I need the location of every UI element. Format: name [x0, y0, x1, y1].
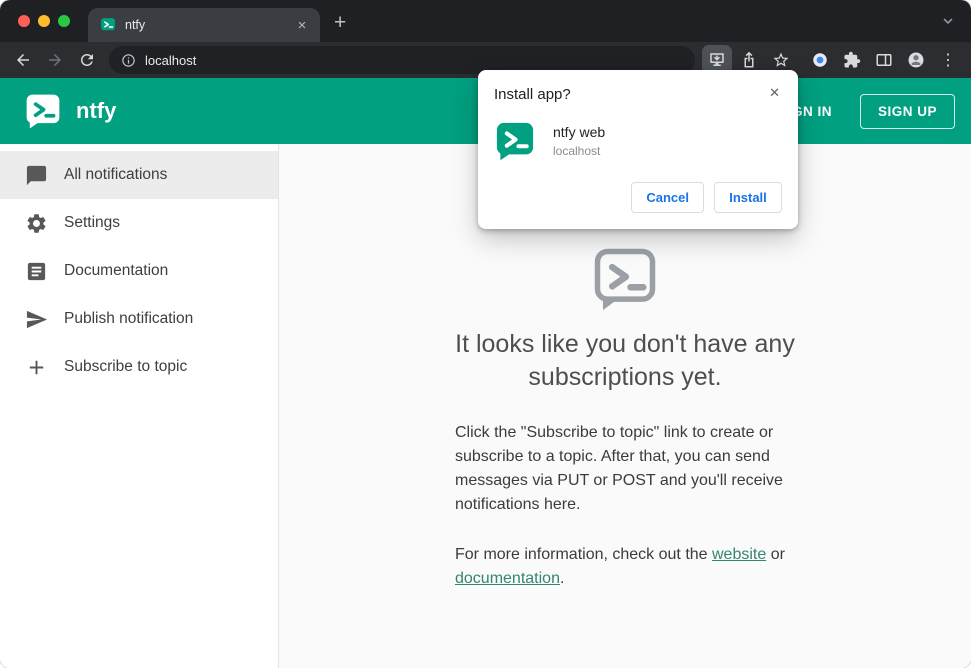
profile-avatar[interactable]	[901, 45, 931, 75]
sidebar-item-label: Settings	[64, 214, 121, 231]
article-icon	[27, 262, 46, 280]
more-info-text: .	[559, 569, 565, 587]
sidebar-item-label: Documentation	[64, 262, 169, 279]
ntfy-app-icon	[496, 122, 534, 161]
empty-state-paragraph: Click the "Subscribe to topic" link to c…	[455, 423, 783, 513]
url-text: localhost	[145, 52, 197, 68]
sidebar-item-publish-notification[interactable]: Publish notification	[0, 295, 278, 343]
close-window-button[interactable]	[18, 15, 30, 27]
tab-search-chevron-icon[interactable]	[939, 12, 957, 30]
popup-app-name: ntfy web	[553, 124, 606, 140]
site-info-icon[interactable]	[121, 53, 136, 68]
tab-strip: ntfy × +	[0, 0, 971, 42]
more-info-text: or	[766, 545, 785, 563]
more-info-text: For more information, check out the	[455, 545, 712, 563]
website-link[interactable]: website	[712, 546, 766, 563]
sidebar-item-label: Subscribe to topic	[64, 358, 188, 375]
popup-app-info: ntfy web localhost	[553, 124, 605, 158]
window-controls	[0, 15, 88, 27]
ntfy-logo-icon	[26, 94, 60, 129]
install-app-popup: Install app? ✕ ntfy web localhost Cancel…	[478, 70, 798, 229]
reload-button[interactable]	[72, 45, 102, 75]
popup-close-icon[interactable]: ✕	[767, 83, 782, 103]
extension-badge-icon[interactable]	[805, 45, 835, 75]
browser-window: ntfy × + localhost ⋮ ntfy SIGN IN SIGN U…	[0, 0, 971, 668]
browser-menu-icon[interactable]: ⋮	[933, 45, 963, 75]
sidebar-item-all-notifications[interactable]: All notifications	[0, 151, 278, 199]
more-info-paragraph: For more information, check out the webs…	[455, 543, 795, 591]
documentation-link[interactable]: documentation	[455, 570, 560, 587]
sign-up-button[interactable]: SIGN UP	[859, 93, 955, 129]
gear-icon	[27, 213, 46, 233]
popup-actions: Cancel Install	[494, 182, 782, 213]
empty-state-heading: It looks like you don't have any subscri…	[455, 330, 795, 392]
cancel-button[interactable]: Cancel	[631, 182, 704, 213]
side-panel-icon[interactable]	[869, 45, 899, 75]
ntfy-favicon-icon	[101, 18, 115, 31]
sidebar-item-subscribe-to-topic[interactable]: Subscribe to topic	[0, 343, 278, 391]
forward-button	[40, 45, 70, 75]
back-button[interactable]	[8, 45, 38, 75]
chat-icon	[26, 165, 47, 185]
send-icon	[26, 310, 48, 328]
browser-tab-ntfy[interactable]: ntfy ×	[88, 8, 320, 42]
zoom-window-button[interactable]	[58, 15, 70, 27]
plus-icon	[29, 360, 44, 374]
sidebar: All notifications Settings Documentation…	[0, 144, 279, 668]
ntfy-empty-state-logo-icon	[594, 248, 656, 311]
install-button[interactable]: Install	[714, 182, 782, 213]
sidebar-item-documentation[interactable]: Documentation	[0, 247, 278, 295]
brand-name: ntfy	[76, 98, 117, 123]
toolbar-right-group: ⋮	[805, 45, 963, 75]
sidebar-item-label: All notifications	[64, 166, 168, 183]
sidebar-item-label: Publish notification	[64, 310, 194, 327]
popup-app-row: ntfy web localhost	[494, 120, 782, 162]
tab-title: ntfy	[125, 18, 146, 32]
tab-close-icon[interactable]: ×	[294, 17, 310, 34]
sidebar-item-settings[interactable]: Settings	[0, 199, 278, 247]
new-tab-button[interactable]: +	[334, 11, 346, 35]
extensions-puzzle-icon[interactable]	[837, 45, 867, 75]
popup-app-origin: localhost	[553, 144, 601, 158]
popup-title: Install app?	[494, 86, 571, 103]
minimize-window-button[interactable]	[38, 15, 50, 27]
